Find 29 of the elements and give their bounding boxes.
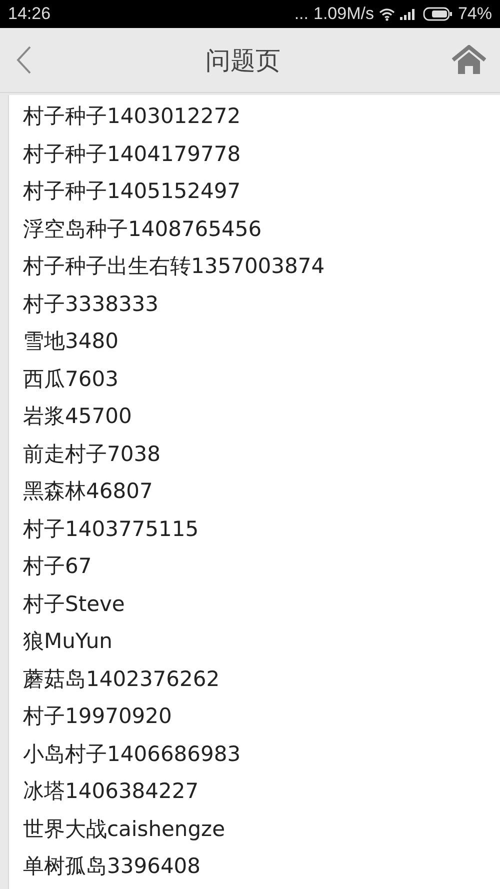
list-item[interactable]: 雪地3480 — [23, 328, 118, 354]
list-item[interactable]: 村子19970920 — [23, 703, 172, 729]
home-button[interactable] — [452, 45, 486, 75]
list-item[interactable]: 村子67 — [23, 553, 92, 579]
list-item[interactable]: 前走村子7038 — [23, 440, 160, 466]
list-item[interactable]: 村子Steve — [23, 590, 125, 616]
status-dots: ... — [294, 4, 308, 24]
network-speed: 1.09M/s — [313, 4, 374, 24]
list-item[interactable]: 村子3338333 — [23, 290, 159, 316]
list-item[interactable]: 冰塔1406384227 — [23, 778, 199, 804]
list-item[interactable]: 世界大战caishengze — [23, 816, 226, 842]
list-item[interactable]: 蘑菇岛1402376262 — [23, 666, 220, 692]
status-time: 14:26 — [8, 4, 51, 24]
list-item[interactable]: 村子种子出生右转1357003874 — [23, 253, 325, 279]
list-item[interactable]: 村子种子1403012272 — [23, 103, 241, 129]
list-item[interactable]: 村子1403775115 — [23, 516, 199, 542]
list-item[interactable]: 单树孤岛3396408 — [23, 853, 201, 879]
list-item[interactable]: 狼MuYun — [23, 628, 112, 654]
list-item[interactable]: 浮空岛种子1408765456 — [23, 216, 262, 242]
wifi-icon — [378, 8, 395, 20]
battery-percent: 74% — [458, 4, 492, 24]
list-item[interactable]: 村子种子1405152497 — [23, 178, 241, 204]
list-item[interactable]: 村子种子1404179778 — [23, 140, 241, 166]
page-title: 问题页 — [206, 44, 280, 76]
list-item[interactable]: 黑森林46807 — [23, 478, 153, 504]
list-item[interactable]: 西瓜7603 — [23, 366, 118, 392]
battery-icon — [422, 7, 453, 21]
list-item[interactable]: 小岛村子1406686983 — [23, 740, 241, 766]
list-item[interactable]: 岩浆45700 — [23, 403, 132, 429]
